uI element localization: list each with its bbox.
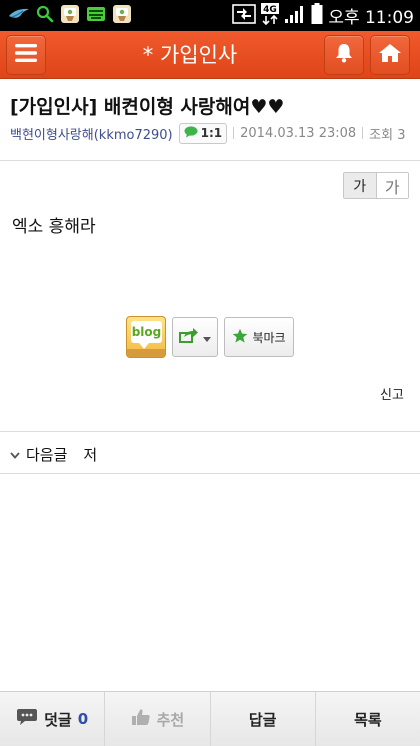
recommend-label: 추천 xyxy=(156,710,185,729)
report-link[interactable]: 신고 xyxy=(380,384,404,403)
clock: 오후 11:09 xyxy=(328,8,414,28)
thumbs-up-icon xyxy=(131,708,151,730)
bird-icon xyxy=(8,6,30,26)
home-button[interactable] xyxy=(370,35,410,75)
view-count: 조회 3 xyxy=(369,127,406,143)
font-size-toggle: 가 가 xyxy=(343,172,409,199)
post-date: 2014.03.13 23:08 xyxy=(240,125,357,141)
signal-icon xyxy=(284,4,306,28)
font-large-button[interactable]: 가 xyxy=(376,173,408,198)
list-label: 목록 xyxy=(354,710,382,729)
blog-share-button[interactable]: blog xyxy=(126,316,166,358)
status-bar: 4G 오후 11:09 xyxy=(0,0,420,31)
post-title: [가입인사] 배켠이형 사랑해여♥♥ xyxy=(10,96,285,118)
reply-badge-label: 1:1 xyxy=(200,126,223,140)
next-post-title: 저 xyxy=(83,445,98,464)
search-icon xyxy=(36,5,54,27)
list-button[interactable]: 목록 xyxy=(316,692,420,746)
reply-button[interactable]: 답글 xyxy=(211,692,316,746)
page-title: * 가입인사 xyxy=(142,43,238,67)
divider xyxy=(0,431,420,432)
app-bar: * 가입인사 xyxy=(0,31,420,79)
app-icon-2 xyxy=(112,4,132,28)
next-post-label: 다음글 xyxy=(26,445,68,464)
star-icon xyxy=(232,328,248,347)
speech-bubble-icon xyxy=(184,125,198,141)
divider xyxy=(0,160,420,161)
home-icon xyxy=(378,43,402,67)
notification-button[interactable] xyxy=(324,35,364,75)
share-button[interactable] xyxy=(172,317,218,357)
reply-label: 답글 xyxy=(248,710,277,729)
meta-divider xyxy=(233,127,235,139)
recommend-button[interactable]: 추천 xyxy=(105,692,211,746)
hamburger-icon xyxy=(15,44,37,66)
bell-icon xyxy=(335,43,353,67)
svg-text:4G: 4G xyxy=(263,5,277,15)
font-small-button[interactable]: 가 xyxy=(344,173,377,198)
battery-icon xyxy=(311,2,323,29)
data-sync-icon xyxy=(232,3,257,28)
blog-icon-tail xyxy=(139,343,149,349)
divider xyxy=(0,473,420,474)
bookmark-label: 북마크 xyxy=(252,330,286,345)
menu-button[interactable] xyxy=(6,35,46,75)
blog-icon: blog xyxy=(131,321,162,343)
comments-label: 덧글 xyxy=(44,710,72,729)
share-icon xyxy=(179,327,199,347)
chevron-down-icon xyxy=(10,445,20,463)
next-post-row[interactable]: 다음글 저 xyxy=(10,443,97,465)
bookmark-button[interactable]: 북마크 xyxy=(224,317,294,357)
comments-count: 0 xyxy=(77,710,89,728)
chevron-down-icon xyxy=(203,328,211,347)
comment-icon xyxy=(16,708,38,730)
bottom-toolbar: 덧글 0 추천 답글 목록 xyxy=(0,691,420,746)
post-body: 엑소 흥해라 xyxy=(12,217,96,237)
post-actions: blog 북마크 xyxy=(126,316,294,358)
post-meta: 백현이형사랑해(kkmo7290) 1:1 2014.03.13 23:08 조… xyxy=(10,122,405,144)
one-to-one-chat-button[interactable]: 1:1 xyxy=(178,122,228,144)
comments-button[interactable]: 덧글 0 xyxy=(0,692,106,746)
meta-divider xyxy=(362,127,364,139)
author-link[interactable]: 백현이형사랑해(kkmo7290) xyxy=(10,124,173,143)
blog-icon-base xyxy=(127,349,165,357)
network-4g-icon: 4G xyxy=(261,2,280,29)
keyboard-icon xyxy=(86,5,106,27)
app-icon xyxy=(60,4,80,28)
